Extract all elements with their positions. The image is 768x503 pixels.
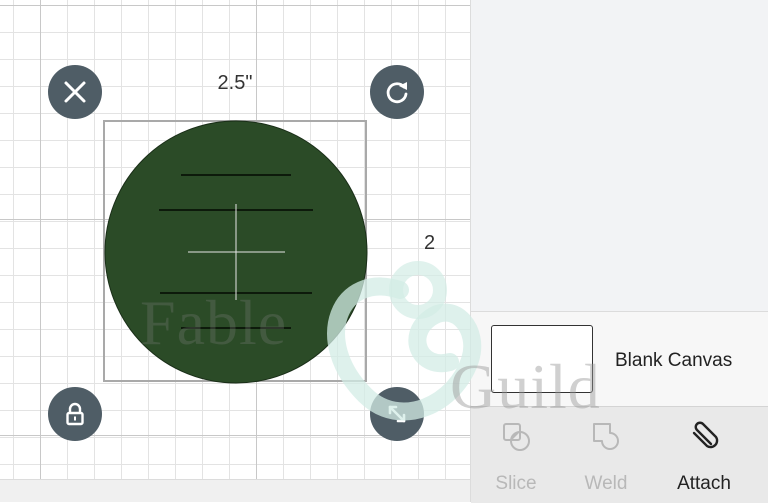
lock-icon (66, 402, 84, 426)
paperclip-icon (692, 421, 719, 449)
canvas-thumbnail[interactable] (491, 325, 593, 393)
slice-button[interactable]: Slice (471, 407, 561, 503)
layers-panel: Blank Canvas Slice Weld Attach (470, 0, 768, 503)
canvas-bottom-bar (0, 479, 470, 502)
rotate-button[interactable] (370, 65, 424, 119)
attach-button[interactable]: Attach (659, 407, 749, 503)
resize-button[interactable] (370, 387, 424, 441)
layers-list (471, 0, 768, 312)
canvas-layer-label: Blank Canvas (615, 350, 733, 371)
delete-button[interactable] (48, 65, 102, 119)
slice-icon (503, 423, 530, 451)
design-canvas[interactable]: 2.5" 2 (0, 0, 470, 502)
weld-icon (593, 423, 619, 450)
rotate-icon (386, 82, 408, 104)
slice-label: Slice (495, 473, 537, 494)
close-icon (64, 81, 86, 103)
blank-canvas-layer[interactable]: Blank Canvas (471, 312, 768, 406)
resize-icon (388, 405, 406, 423)
attach-label: Attach (677, 473, 731, 494)
lock-proportions-button[interactable] (48, 387, 102, 441)
weld-label: Weld (584, 473, 628, 494)
layer-actions-toolbar: Slice Weld Attach (471, 406, 768, 503)
weld-button[interactable]: Weld (561, 407, 651, 503)
